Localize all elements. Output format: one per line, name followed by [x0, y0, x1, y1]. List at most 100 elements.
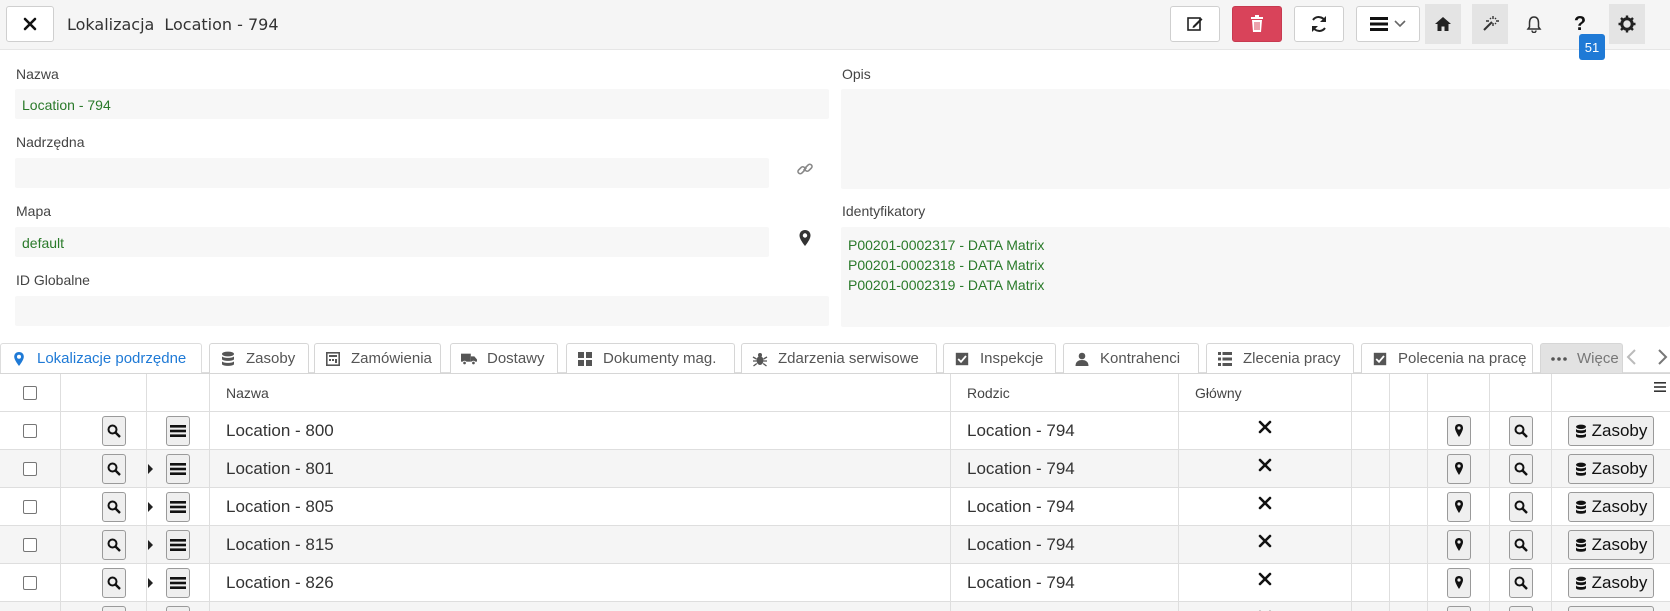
row-search-button[interactable]: [102, 568, 126, 598]
tab-kontrahenci[interactable]: Kontrahenci: [1063, 343, 1199, 373]
row-checkbox[interactable]: [23, 500, 37, 514]
tab-zdarzenia-serwisowe[interactable]: Zdarzenia serwisowe: [741, 343, 937, 373]
row-zasoby-button[interactable]: Zasoby: [1567, 416, 1655, 446]
tab-more[interactable]: Więce: [1540, 343, 1623, 373]
row-search-button[interactable]: [102, 454, 126, 484]
tab-zasoby[interactable]: Zasoby: [209, 343, 309, 373]
refresh-button[interactable]: [1294, 6, 1344, 42]
row-details-button[interactable]: [1508, 416, 1533, 446]
select-all-checkbox[interactable]: [23, 386, 37, 400]
link-button[interactable]: [795, 159, 815, 179]
settings-button[interactable]: [1609, 4, 1645, 44]
row-menu-button[interactable]: [166, 454, 190, 484]
row-checkbox[interactable]: [23, 462, 37, 476]
search-icon: [1514, 538, 1528, 552]
tab-lokalizacje-podrzedne[interactable]: Lokalizacje podrzędne: [0, 343, 202, 374]
table-row[interactable]: Location - 805 Location - 794 Zasoby: [0, 488, 1670, 526]
tab-dostawy[interactable]: Dostawy: [450, 343, 558, 373]
row-details-button[interactable]: [1508, 530, 1533, 560]
table-row[interactable]: Zasoby: [0, 602, 1670, 611]
row-details-button[interactable]: [1508, 568, 1533, 598]
row-map-pin-button[interactable]: [1446, 568, 1471, 598]
row-zasoby-button[interactable]: Zasoby: [1567, 568, 1655, 598]
row-nazwa-cell: Location - 805: [210, 488, 951, 526]
header-rodzic-label: Rodzic: [967, 385, 1010, 401]
chevron-left-icon[interactable]: [1625, 347, 1639, 367]
search-icon: [1514, 424, 1528, 438]
header-nazwa[interactable]: Nazwa: [210, 374, 951, 412]
notification-badge: 51: [1579, 34, 1605, 60]
header-select-all-cell: [0, 374, 61, 412]
identyfikator-item: P00201-0002319 - DATA Matrix: [848, 277, 1045, 293]
table-row[interactable]: Location - 801 Location - 794 Zasoby: [0, 450, 1670, 488]
nazwa-field[interactable]: Location - 794: [15, 89, 829, 119]
tab-label: Kontrahenci: [1100, 350, 1181, 367]
row-checkbox[interactable]: [23, 424, 37, 438]
row-zasoby-button[interactable]: Zasoby: [1567, 530, 1655, 560]
row-checkbox[interactable]: [23, 576, 37, 590]
row-search-cell: [1490, 450, 1552, 488]
column-menu-icon[interactable]: [1653, 380, 1667, 394]
menu-dropdown-button[interactable]: [1356, 6, 1420, 42]
row-nazwa-cell: Location - 815: [210, 526, 951, 564]
row-zasoby-button[interactable]: Zasoby: [1567, 492, 1655, 522]
map-pin-icon: [11, 351, 27, 367]
row-menu-button[interactable]: [166, 416, 190, 446]
edit-button[interactable]: [1170, 6, 1220, 42]
row-map-pin-button[interactable]: [1446, 606, 1471, 611]
header-glowny[interactable]: Główny: [1179, 374, 1352, 412]
table-row[interactable]: Location - 826 Location - 794 Zasoby: [0, 564, 1670, 602]
row-map-pin-button[interactable]: [1446, 492, 1471, 522]
tab-label: Zdarzenia serwisowe: [778, 350, 919, 367]
close-button[interactable]: [6, 6, 54, 42]
header-cell: [61, 374, 147, 412]
row-map-pin-button[interactable]: [1446, 454, 1471, 484]
row-select-cell: [0, 602, 61, 611]
nadrzedna-field[interactable]: [15, 158, 769, 188]
delete-button[interactable]: [1232, 6, 1282, 42]
id-globalne-field[interactable]: [15, 296, 829, 326]
row-menu-button[interactable]: [166, 606, 190, 611]
tab-inspekcje[interactable]: Inspekcje: [943, 343, 1056, 373]
header-cell: [1390, 374, 1428, 412]
tab-bar: Lokalizacje podrzędne Zasoby Zamówienia …: [0, 343, 1670, 374]
identyfikatory-field[interactable]: P00201-0002317 - DATA Matrix P00201-0002…: [841, 227, 1670, 327]
tab-polecenia-na-prace[interactable]: Polecenia na pracę: [1361, 343, 1533, 373]
row-zasoby-button[interactable]: Zasoby: [1567, 454, 1655, 484]
row-zasoby-cell: Zasoby: [1552, 526, 1670, 564]
table-row[interactable]: Location - 815 Location - 794 Zasoby: [0, 526, 1670, 564]
row-menu-button[interactable]: [166, 492, 190, 522]
tab-dokumenty-mag[interactable]: Dokumenty mag.: [566, 343, 735, 373]
opis-field[interactable]: [841, 89, 1670, 189]
home-button[interactable]: [1425, 4, 1461, 44]
map-pin-button[interactable]: [795, 228, 815, 248]
row-checkbox[interactable]: [23, 538, 37, 552]
header-rodzic[interactable]: Rodzic: [951, 374, 1179, 412]
row-details-button[interactable]: [1508, 492, 1533, 522]
tab-zamowienia[interactable]: Zamówienia: [314, 343, 441, 373]
row-details-button[interactable]: [1508, 454, 1533, 484]
row-search-button[interactable]: [102, 606, 126, 611]
mapa-field[interactable]: default: [15, 227, 769, 257]
row-search-button[interactable]: [102, 530, 126, 560]
x-mark-icon: [1258, 420, 1272, 434]
row-map-pin-button[interactable]: [1446, 530, 1471, 560]
row-nazwa: Location - 826: [226, 573, 334, 592]
row-search-button[interactable]: [102, 492, 126, 522]
chevron-right-icon[interactable]: [1655, 347, 1669, 367]
row-zasoby-cell: Zasoby: [1552, 450, 1670, 488]
row-menu-button[interactable]: [166, 568, 190, 598]
row-menu-button[interactable]: [166, 530, 190, 560]
row-rodzic-cell: [951, 602, 1179, 611]
row-details-button[interactable]: [1508, 606, 1533, 611]
row-search-button[interactable]: [102, 416, 126, 446]
magic-wand-button[interactable]: [1472, 4, 1508, 44]
row-map-pin-button[interactable]: [1446, 416, 1471, 446]
mapa-label: Mapa: [16, 203, 52, 219]
row-zasoby-button[interactable]: Zasoby: [1567, 606, 1655, 611]
notifications-button[interactable]: [1516, 4, 1552, 44]
x-mark-icon: [1258, 572, 1272, 586]
gear-icon: [1618, 15, 1636, 33]
tab-zlecenia-pracy[interactable]: Zlecenia pracy: [1206, 343, 1354, 373]
table-row[interactable]: Location - 800 Location - 794 Zasoby: [0, 412, 1670, 450]
